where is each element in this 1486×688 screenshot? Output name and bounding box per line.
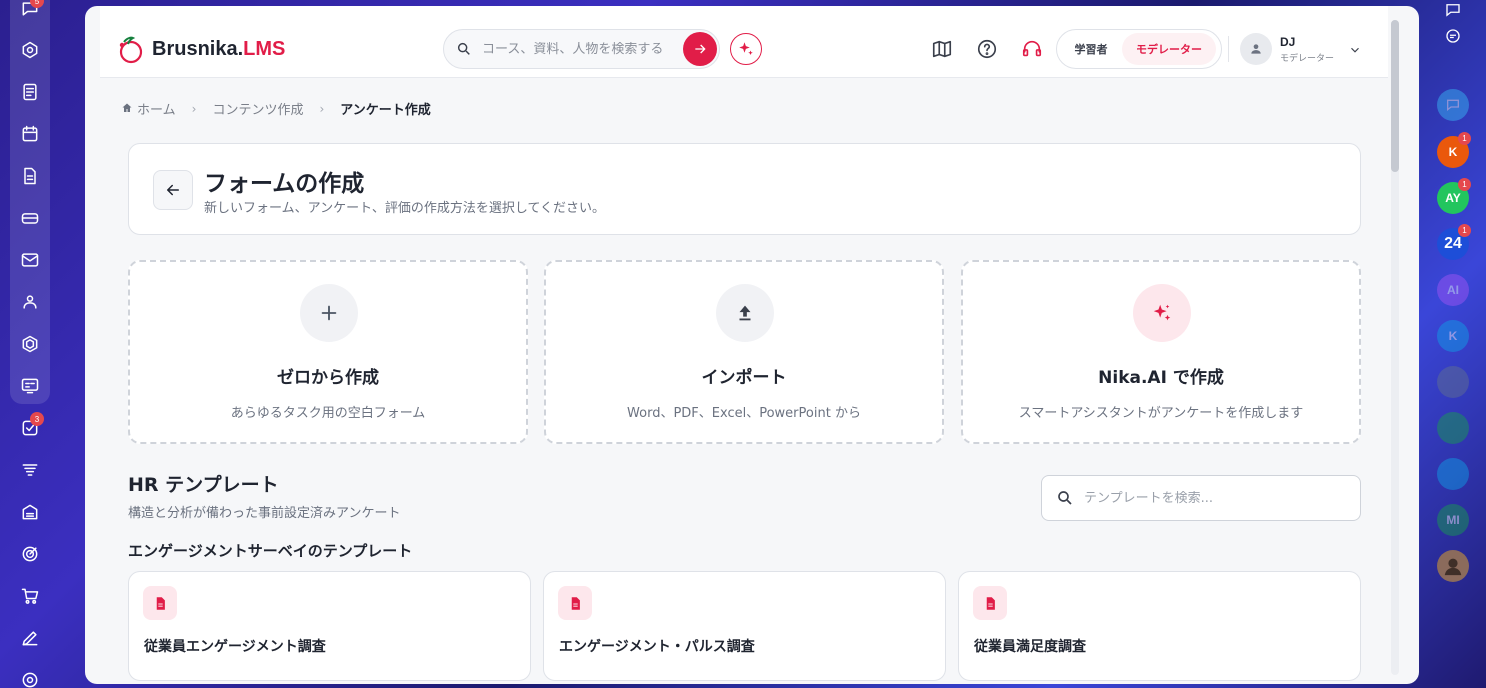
main-window: Brusnika.LMS 学習者 モ xyxy=(85,6,1419,684)
breadcrumb-current: アンケート作成 xyxy=(340,103,431,118)
logo[interactable]: Brusnika.LMS xyxy=(114,33,285,65)
logo-accent-text: LMS xyxy=(243,37,286,60)
sparkles-icon xyxy=(739,42,753,55)
template-category-title: エンゲージメントサーベイのテンプレート xyxy=(128,542,413,560)
chevron-down-icon xyxy=(1348,42,1362,56)
left-rail: 5 3 xyxy=(0,0,62,688)
breadcrumb: ホーム › コンテンツ作成 › アンケート作成 xyxy=(121,99,431,118)
home-icon xyxy=(121,100,137,118)
filter-icon[interactable] xyxy=(17,457,43,483)
template-search-input[interactable] xyxy=(1084,490,1344,506)
search-icon xyxy=(456,41,472,57)
ai-assistant-button[interactable] xyxy=(730,33,762,65)
calendar-icon[interactable] xyxy=(17,121,43,147)
target-icon[interactable] xyxy=(17,541,43,567)
document-icon xyxy=(973,586,1007,620)
create-from-scratch-card[interactable]: ゼロから作成 あらゆるタスク用の空白フォーム xyxy=(128,260,528,444)
user-icon xyxy=(1251,44,1261,54)
search-icon xyxy=(1058,491,1072,505)
cart-icon[interactable] xyxy=(17,583,43,609)
help-icon[interactable] xyxy=(975,37,999,61)
role-switch: 学習者 モデレーター xyxy=(1056,29,1222,69)
option-desc: スマートアシスタントがアンケートを作成します xyxy=(1018,406,1304,421)
user-name: DJ xyxy=(1280,34,1296,49)
document-icon xyxy=(143,586,177,620)
chat-badge-k: 1 xyxy=(1458,132,1471,145)
logo-text: Brusnika.LMS xyxy=(152,38,285,61)
document-icon xyxy=(558,586,592,620)
create-with-ai-card[interactable]: Nika.AI で作成 スマートアシスタントがアンケートを作成します xyxy=(961,260,1361,444)
chat-avatar-book[interactable] xyxy=(1437,458,1469,490)
template-title: 従業員エンゲージメント調査 xyxy=(144,639,326,655)
user-role: モデレーター xyxy=(1280,53,1335,64)
file-icon[interactable] xyxy=(17,163,43,189)
top-bar: Brusnika.LMS 学習者 モ xyxy=(100,6,1388,78)
chat-avatar-ai[interactable]: AI xyxy=(1437,274,1469,306)
document-list-icon[interactable] xyxy=(17,79,43,105)
chat-badge-24: 1 xyxy=(1458,224,1471,237)
option-title: Nika.AI で作成 xyxy=(1098,368,1224,388)
role-learner-tab[interactable]: 学習者 xyxy=(1060,33,1122,65)
user-menu[interactable]: DJ モデレーター xyxy=(1240,33,1362,65)
topbar-divider xyxy=(1228,36,1229,62)
breadcrumb-content-creation[interactable]: コンテンツ作成 xyxy=(212,99,303,118)
chat-avatar-grid[interactable] xyxy=(1437,412,1469,444)
hexagon-icon[interactable] xyxy=(17,331,43,357)
user-meta: DJ モデレーター xyxy=(1280,35,1334,64)
chat-avatar-user-photo[interactable] xyxy=(1437,550,1469,582)
template-card[interactable]: 従業員エンゲージメント調査 xyxy=(128,571,531,681)
arrow-right-icon xyxy=(695,44,706,54)
option-desc: あらゆるタスク用の空白フォーム xyxy=(230,406,426,421)
search-submit-button[interactable] xyxy=(683,32,717,66)
breadcrumb-separator: › xyxy=(319,101,325,116)
template-card[interactable]: 従業員満足度調査 xyxy=(958,571,1361,681)
group-chat-avatar[interactable] xyxy=(1437,89,1469,121)
back-button[interactable] xyxy=(153,170,193,210)
chat-avatar-photo[interactable] xyxy=(1437,366,1469,398)
chat-badge-ay: 1 xyxy=(1458,178,1471,191)
plus-icon xyxy=(300,284,358,342)
pen-icon[interactable] xyxy=(17,625,43,651)
breadcrumb-separator: › xyxy=(191,101,197,116)
role-moderator-tab[interactable]: モデレーター xyxy=(1122,33,1216,65)
scrollbar-thumb[interactable] xyxy=(1391,20,1399,172)
assistant-icon[interactable] xyxy=(1437,20,1469,52)
arrow-left-icon xyxy=(167,184,179,196)
card-icon[interactable] xyxy=(17,205,43,231)
scrollbar[interactable] xyxy=(1391,20,1399,675)
support-headset-icon[interactable] xyxy=(1020,37,1044,61)
puzzle-icon[interactable] xyxy=(17,37,43,63)
users-icon[interactable] xyxy=(17,289,43,315)
building-icon[interactable] xyxy=(17,499,43,525)
right-rail: K 1 AY 1 24 1 AI K MI xyxy=(1418,0,1486,688)
mail-icon[interactable] xyxy=(17,247,43,273)
brusnika-logo-icon xyxy=(119,36,143,64)
settings-icon[interactable] xyxy=(17,667,43,688)
avatar xyxy=(1240,33,1272,65)
map-icon[interactable] xyxy=(930,37,954,61)
page-subtitle: 新しいフォーム、アンケート、評価の作成方法を選択してください。 xyxy=(204,201,606,216)
templates-title: HR テンプレート xyxy=(128,474,279,496)
global-search-input[interactable] xyxy=(482,41,672,57)
board-icon[interactable] xyxy=(17,373,43,399)
chat-avatar-k2[interactable]: K xyxy=(1437,320,1469,352)
header-card: フォームの作成 新しいフォーム、アンケート、評価の作成方法を選択してください。 xyxy=(128,143,1361,235)
tasks-badge: 3 xyxy=(30,412,44,426)
page-title: フォームの作成 xyxy=(204,171,365,197)
template-title: エンゲージメント・パルス調査 xyxy=(559,639,755,655)
option-title: インポート xyxy=(701,368,787,388)
template-card[interactable]: エンゲージメント・パルス調査 xyxy=(543,571,946,681)
logo-main-text: Brusnika. xyxy=(152,37,244,60)
import-card[interactable]: インポート Word、PDF、Excel、PowerPoint から xyxy=(544,260,944,444)
chat-avatar-mi[interactable]: MI xyxy=(1437,504,1469,536)
upload-icon xyxy=(716,284,774,342)
templates-subtitle: 構造と分析が備わった事前設定済みアンケート xyxy=(128,506,401,521)
template-search xyxy=(1041,475,1361,521)
breadcrumb-home[interactable]: ホーム xyxy=(137,99,176,118)
global-search xyxy=(443,29,720,69)
template-title: 従業員満足度調査 xyxy=(974,639,1086,655)
option-title: ゼロから作成 xyxy=(277,368,379,388)
option-desc: Word、PDF、Excel、PowerPoint から xyxy=(627,406,861,421)
sparkles-icon xyxy=(1133,284,1191,342)
